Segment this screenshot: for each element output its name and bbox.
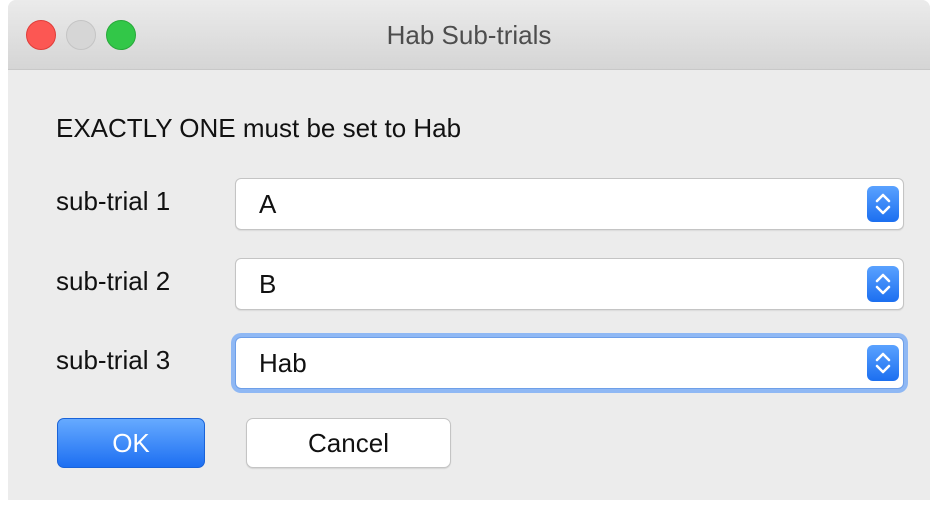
sub-trial-1-value: A xyxy=(259,189,277,219)
window-title: Hab Sub-trials xyxy=(386,20,552,50)
sub-trial-2-label: sub-trial 2 xyxy=(56,266,171,296)
chevron-up-down-icon[interactable] xyxy=(867,345,899,381)
sub-trial-1-select[interactable]: A xyxy=(235,178,904,230)
instruction-text: EXACTLY ONE must be set to Hab xyxy=(56,113,462,143)
sub-trial-3-value: Hab xyxy=(259,348,307,378)
sub-trial-3-label: sub-trial 3 xyxy=(56,345,171,375)
chevron-up-down-icon[interactable] xyxy=(867,266,899,302)
dialog-window: Hab Sub-trials EXACTLY ONE must be set t… xyxy=(8,0,930,500)
sub-trial-3-select[interactable]: Hab xyxy=(235,337,904,389)
sub-trial-2-value: B xyxy=(259,269,277,299)
cancel-button[interactable]: Cancel xyxy=(246,418,451,468)
chevron-up-down-icon[interactable] xyxy=(867,186,899,222)
sub-trial-1-label: sub-trial 1 xyxy=(56,186,171,216)
ok-button[interactable]: OK xyxy=(57,418,205,468)
sub-trial-2-select[interactable]: B xyxy=(235,258,904,310)
title-bar: Hab Sub-trials xyxy=(8,0,930,70)
